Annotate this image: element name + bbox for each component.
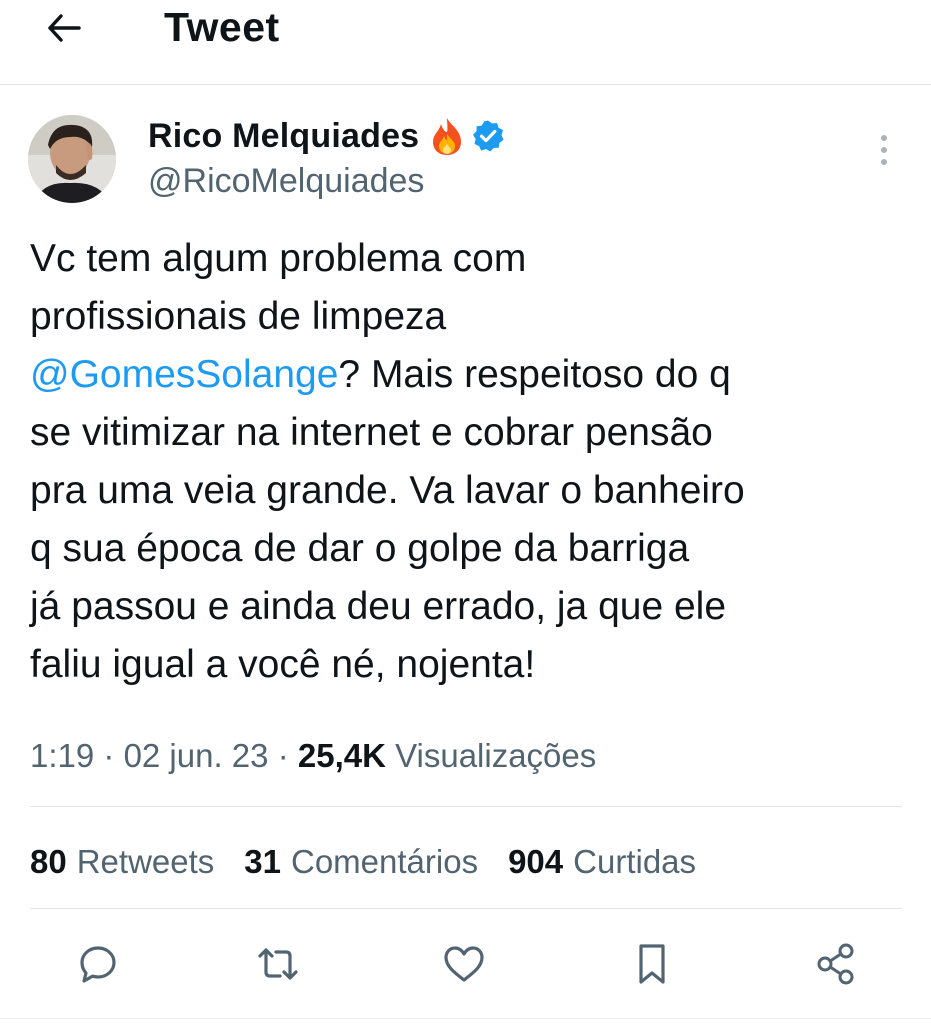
back-button[interactable]: [40, 6, 88, 50]
tweet-line: Vc tem algum problema com: [30, 237, 527, 280]
views-label: Visualizações: [395, 737, 597, 774]
comments-label: Comentários: [291, 843, 479, 880]
likes-label: Curtidas: [573, 843, 697, 880]
views-count: 25,4K: [297, 737, 386, 774]
tweet-line: profissionais de limpeza: [30, 295, 447, 338]
verified-badge-icon[interactable]: [471, 119, 505, 153]
tweet-stats: 80 Retweets 31 Comentários 904 Curtidas: [30, 838, 726, 886]
share-button[interactable]: [810, 938, 862, 990]
retweets-count: 80: [30, 843, 67, 880]
tweet-line: q sua época de dar o golpe da barriga: [30, 527, 690, 570]
author-name[interactable]: Rico Melquiades: [148, 117, 419, 156]
retweet-button[interactable]: [252, 938, 304, 990]
tweet-meta: 1:19 · 02 jun. 23 · 25,4K Visualizações: [30, 732, 596, 780]
reply-icon: [80, 946, 116, 983]
more-options-button[interactable]: [866, 126, 902, 174]
tweet-line: já passou e ainda deu errado, ja que ele: [30, 585, 727, 628]
tweet-line: se vitimizar na internet e cobrar pensão: [30, 411, 713, 454]
retweet-icon: [258, 948, 298, 980]
retweets-label: Retweets: [76, 843, 215, 880]
bookmark-button[interactable]: [626, 938, 678, 990]
divider: [30, 806, 902, 807]
author-handle[interactable]: @RicoMelquiades: [148, 162, 424, 201]
comments-stat[interactable]: 31 Comentários: [244, 838, 478, 886]
likes-stat[interactable]: 904 Curtidas: [508, 838, 696, 886]
more-vertical-icon: [881, 135, 887, 165]
page-title: Tweet: [164, 4, 280, 50]
tweet-line: pra uma veia grande. Va lavar o banheiro: [30, 469, 745, 512]
divider: [30, 908, 902, 909]
tweet-text: Vc tem algum problema com profissionais …: [30, 230, 910, 694]
tweet-time[interactable]: 1:19: [30, 737, 94, 774]
meta-separator: ·: [94, 737, 124, 774]
tweet-line: @GomesSolange? Mais respeitoso do q: [30, 346, 910, 404]
fire-icon: [429, 116, 465, 156]
author-name-row[interactable]: Rico Melquiades: [148, 112, 505, 160]
tweet-line: faliu igual a você né, nojenta!: [30, 643, 536, 686]
share-icon: [817, 943, 854, 985]
top-bar: Tweet: [0, 0, 931, 85]
tweet-date[interactable]: 02 jun. 23: [124, 737, 269, 774]
mention-link[interactable]: @GomesSolange: [30, 353, 338, 396]
bookmark-icon: [639, 944, 665, 984]
retweets-stat[interactable]: 80 Retweets: [30, 838, 214, 886]
comments-count: 31: [244, 843, 281, 880]
like-button[interactable]: [438, 938, 490, 990]
tweet-line-text: ? Mais respeitoso do q: [338, 353, 731, 396]
avatar[interactable]: [28, 115, 116, 203]
meta-separator: ·: [268, 737, 298, 774]
avatar-photo: [28, 115, 116, 203]
reply-button[interactable]: [72, 938, 124, 990]
arrow-left-icon: [48, 14, 81, 42]
divider: [0, 1018, 931, 1019]
likes-count: 904: [508, 843, 564, 880]
like-heart-icon: [444, 946, 484, 982]
